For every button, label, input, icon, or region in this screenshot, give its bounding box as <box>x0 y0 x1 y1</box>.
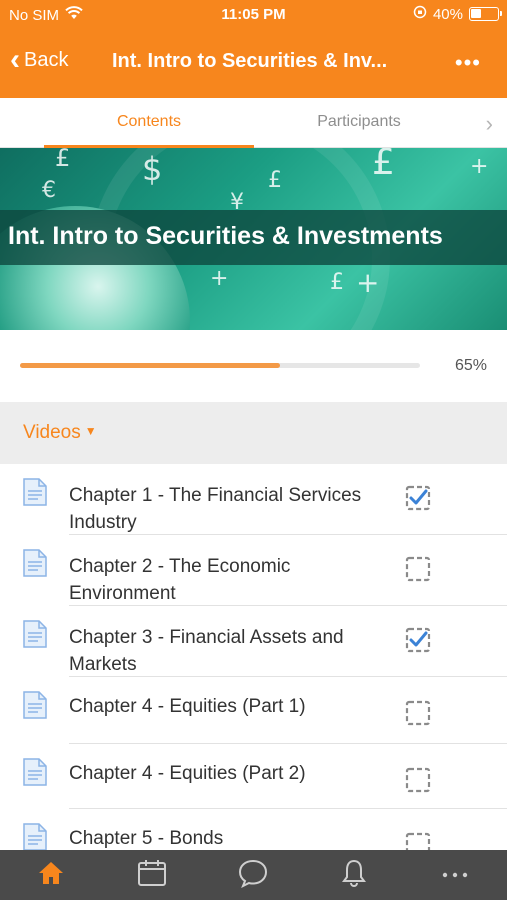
checkbox-unchecked[interactable] <box>405 556 431 582</box>
currency-symbol-decoration: £ <box>55 148 71 172</box>
document-icon <box>23 691 47 719</box>
tab-participants[interactable]: Participants <box>254 98 464 148</box>
tab-calendar[interactable] <box>101 850 202 900</box>
chapter-list: Chapter 1 - The Financial Services Indus… <box>0 464 507 850</box>
chapter-row[interactable]: Chapter 2 - The Economic Environment <box>0 535 507 606</box>
chapter-title: Chapter 4 - Equities (Part 2) <box>69 763 306 784</box>
currency-symbol-decoration: £ <box>330 270 344 295</box>
checkbox-checked[interactable] <box>405 627 431 653</box>
home-icon <box>37 860 65 891</box>
document-icon <box>23 478 47 506</box>
back-button[interactable]: ‹ Back <box>10 43 69 76</box>
calendar-icon <box>137 859 167 892</box>
checkbox-unchecked[interactable] <box>405 700 431 726</box>
course-banner: £ $ € £ ¥ £ £ + + + Int. Intro to Securi… <box>0 148 507 330</box>
tab-home[interactable] <box>0 850 101 900</box>
checkbox-unchecked[interactable] <box>405 767 431 793</box>
document-icon <box>23 620 47 648</box>
document-icon <box>23 823 47 850</box>
progress-percent: 65% <box>454 357 487 374</box>
plus-symbol-decoration: + <box>470 154 489 179</box>
more-icon <box>441 866 469 884</box>
bottom-tab-bar <box>0 850 507 900</box>
back-label: Back <box>24 48 69 71</box>
chapter-row[interactable]: Chapter 4 - Equities (Part 1) <box>0 677 507 744</box>
plus-symbol-decoration: + <box>356 266 380 299</box>
app-screen: No SIM 11:05 PM 40% ‹ Back Int. Intro to… <box>0 0 507 900</box>
tab-chat[interactable] <box>202 850 303 900</box>
section-label: Videos <box>23 422 81 443</box>
tab-contents[interactable]: Contents <box>44 98 254 148</box>
chapter-title: Chapter 3 - Financial Assets and Markets <box>69 627 344 675</box>
page-title: Int. Intro to Securities & Inv... <box>112 50 388 72</box>
status-bar: No SIM 11:05 PM 40% <box>0 0 507 30</box>
tab-more[interactable] <box>404 850 505 900</box>
document-icon <box>23 549 47 577</box>
course-progress: 65% <box>0 330 507 402</box>
section-header: Videos ▼ <box>0 402 507 464</box>
orientation-lock-icon <box>413 5 427 23</box>
more-button[interactable]: ••• <box>455 50 481 76</box>
checkbox-checked[interactable] <box>405 485 431 511</box>
battery-percent: 40% <box>432 5 463 23</box>
chapter-title: Chapter 4 - Equities (Part 1) <box>69 696 306 717</box>
chevron-left-icon: ‹ <box>10 43 20 76</box>
nav-bar: ‹ Back Int. Intro to Securities & Inv...… <box>0 30 507 98</box>
chapter-row[interactable]: Chapter 3 - Financial Assets and Markets <box>0 606 507 677</box>
chat-icon <box>237 858 269 893</box>
chapter-row[interactable]: Chapter 5 - Bonds <box>0 809 507 850</box>
currency-symbol-decoration: $ <box>142 150 163 188</box>
plus-symbol-decoration: + <box>210 266 229 291</box>
chapter-row[interactable]: Chapter 4 - Equities (Part 2) <box>0 744 507 809</box>
battery-icon <box>469 7 502 21</box>
chapter-title: Chapter 5 - Bonds <box>69 828 224 849</box>
chevron-right-icon[interactable]: › <box>486 111 493 137</box>
videos-dropdown[interactable]: Videos ▼ <box>23 422 97 444</box>
caret-down-icon: ▼ <box>84 424 97 438</box>
chapter-title: Chapter 2 - The Economic Environment <box>69 556 291 604</box>
banner-title: Int. Intro to Securities & Investments <box>8 222 443 250</box>
currency-symbol-decoration: € <box>42 178 56 203</box>
checkbox-unchecked[interactable] <box>405 832 431 850</box>
document-icon <box>23 758 47 786</box>
bell-icon <box>341 858 367 893</box>
tab-strip: Contents Participants › <box>0 98 507 148</box>
progress-track <box>20 363 420 368</box>
currency-symbol-decoration: £ <box>372 148 395 183</box>
chapter-row[interactable]: Chapter 1 - The Financial Services Indus… <box>0 464 507 535</box>
status-right: 40% <box>413 5 502 23</box>
currency-symbol-decoration: £ <box>268 168 282 193</box>
progress-fill <box>20 363 280 368</box>
tab-notifications[interactable] <box>303 850 404 900</box>
chapter-title: Chapter 1 - The Financial Services Indus… <box>69 485 362 533</box>
